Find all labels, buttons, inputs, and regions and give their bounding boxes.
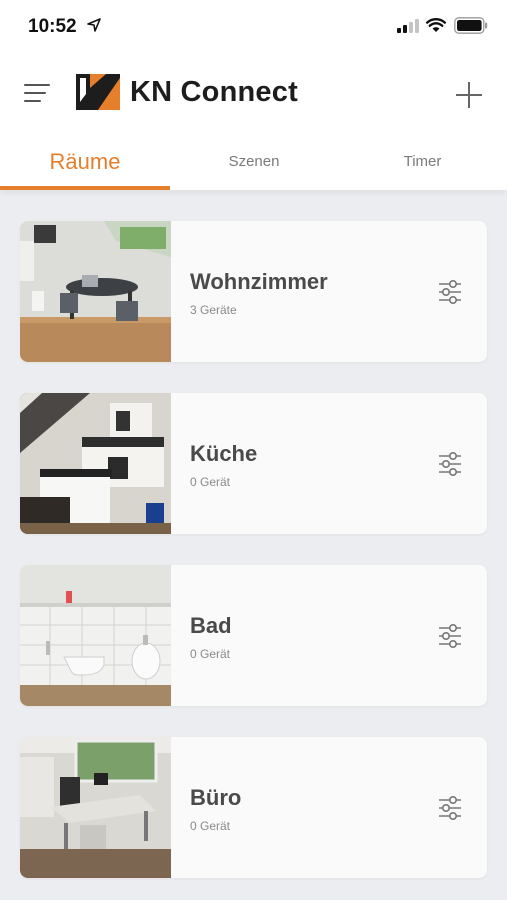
tab-bar: Räume Szenen Timer [0,140,507,190]
hamburger-menu-icon[interactable] [24,84,50,104]
room-photo-bad [20,565,171,706]
tab-timer[interactable]: Timer [338,140,507,190]
location-arrow-icon [87,18,101,32]
room-photo-kueche [20,393,171,534]
cellular-signal-icon [397,19,419,33]
kn-logo-icon [76,74,120,110]
room-card-kueche[interactable]: Küche 0 Gerät [20,393,487,534]
room-card-bad[interactable]: Bad 0 Gerät [20,565,487,706]
app-header-area: 10:52 KN Connect Räume Szenen Timer [0,0,507,190]
room-photo-wohnzimmer [20,221,171,362]
room-name: Küche [190,441,258,466]
active-tab-indicator [0,186,170,190]
app-title: KN Connect [130,76,298,108]
sliders-icon[interactable] [437,451,463,477]
room-device-count: 0 Gerät [190,475,231,489]
app-bar: KN Connect [0,58,507,130]
room-name: Wohnzimmer [190,269,328,294]
battery-icon [454,17,488,34]
sliders-icon[interactable] [437,279,463,305]
tab-szenen[interactable]: Szenen [170,140,338,190]
tab-raeume[interactable]: Räume [0,140,170,190]
room-name: Bad [190,613,232,638]
sliders-icon[interactable] [437,623,463,649]
sliders-icon[interactable] [437,795,463,821]
room-card-wohnzimmer[interactable]: Wohnzimmer 3 Geräte [20,221,487,362]
room-device-count: 3 Geräte [190,303,237,317]
status-time: 10:52 [28,16,77,37]
wifi-icon [426,18,446,32]
add-room-button[interactable] [456,82,482,108]
room-name: Büro [190,785,242,810]
room-card-buero[interactable]: Büro 0 Gerät [20,737,487,878]
status-bar: 10:52 [0,0,507,50]
room-photo-buero [20,737,171,878]
room-device-count: 0 Gerät [190,819,231,833]
room-device-count: 0 Gerät [190,647,231,661]
